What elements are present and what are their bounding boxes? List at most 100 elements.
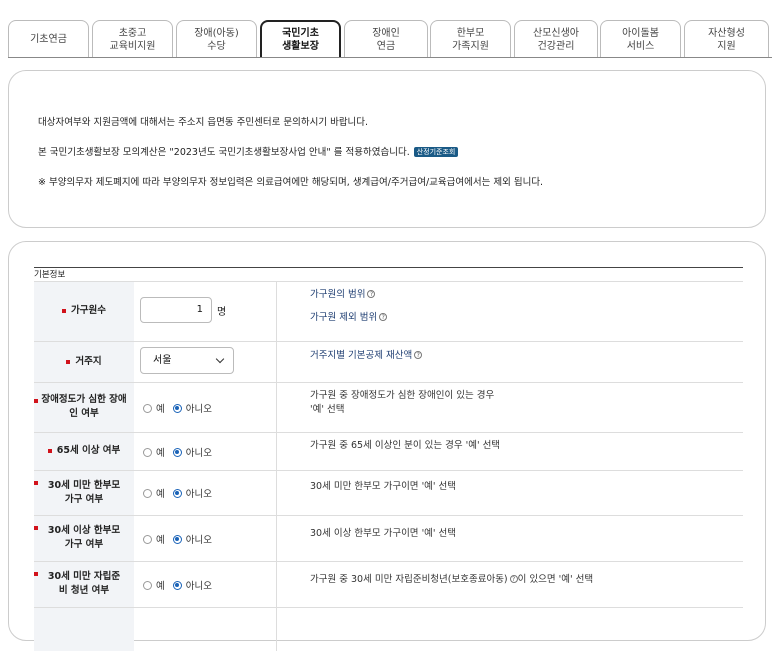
required-marker-icon [62,309,67,313]
single-parent-under30-yes[interactable]: 예 [143,486,165,500]
severe-disability-label-text: 장애정도가 심한 장애인 여부 [41,394,127,419]
household-scope-link[interactable]: 가구원의 범위? [310,288,376,301]
severe-disability-desc-1: 가구원 중 장애정도가 심한 장애인이 있는 경우 [310,390,495,401]
tab-basic-livelihood[interactable]: 국민기초 생활보장 [260,20,341,58]
basic-info-panel: 기본정보 가구원수 1 명 가구원의 범위? 가구원 제외 범위? 거주지 서울… [8,241,766,651]
over65-label: 65세 이상 여부 [34,432,134,470]
radio-no-label: 아니오 [185,448,212,459]
single-parent-over30-radios: 예 아니오 [143,532,220,546]
criteria-lookup-button[interactable]: 산정기준조회 [413,147,459,157]
question-circle-icon: ? [379,313,388,321]
tab-school-expenses[interactable]: 초중고 교육비지원 [92,20,173,58]
required-marker-icon [47,449,52,453]
household-scope-text: 가구원의 범위 [310,289,366,300]
youth-independence-radios: 예 아니오 [143,578,220,592]
radio-yes-label: 예 [156,581,165,592]
question-circle-icon[interactable]: ? [509,575,518,583]
single-parent-over30-yes[interactable]: 예 [143,532,165,546]
tab-asset-building[interactable]: 자산형성 지원 [684,20,769,58]
row-divider [34,341,743,342]
over65-radios: 예 아니오 [143,445,220,459]
single-parent-over30-desc: 30세 이상 한부모 가구이면 '예' 선택 [310,528,457,539]
radio-yes[interactable] [143,488,152,498]
residence-deduction-link[interactable]: 거주지별 기본공제 재산액? [310,349,423,362]
notice-line-dependents: ※ 부양의무자 제도폐지에 따라 부양의무자 정보입력은 의료급여에만 해당되며… [38,177,544,188]
residence-select[interactable]: 서울 [140,347,234,374]
required-marker-icon [66,359,71,364]
youth-independence-label-text: 30세 미만 자립준비 청년 여부 [47,571,121,596]
household-exclusion-link[interactable]: 가구원 제외 범위? [310,311,388,324]
required-marker-icon [34,399,38,403]
single-parent-over30-no[interactable]: 아니오 [172,532,212,546]
severe-disability-yes[interactable]: 예 [143,401,165,415]
row-divider [34,561,743,562]
tab-divider [8,57,772,58]
section-title: 기본정보 [34,270,66,280]
tab-single-parent[interactable]: 한부모 가족지원 [430,20,511,58]
radio-no[interactable] [172,403,182,413]
row-divider [34,432,743,433]
radio-yes[interactable] [143,580,152,590]
tab-maternity-care[interactable]: 산모신생아 건강관리 [514,20,598,58]
youth-independence-desc: 가구원 중 30세 미만 자립준비청년(보호종료아동)? 이 있으면 '예' 선택 [310,573,593,586]
radio-yes-label: 예 [156,535,165,546]
household-size-unit: 명 [217,307,227,318]
radio-yes[interactable] [143,447,152,457]
chevron-down-icon [215,354,225,364]
single-parent-under30-no[interactable]: 아니오 [172,486,212,500]
row-divider [34,607,743,608]
youth-independence-no[interactable]: 아니오 [172,578,212,592]
tab-disability-allowance[interactable]: 장애(아동) 수당 [176,20,257,58]
severe-disability-desc-2: '예' 선택 [310,404,345,415]
row-divider [34,515,743,516]
question-circle-icon: ? [414,351,423,359]
radio-no[interactable] [172,534,182,544]
household-exclusion-text: 가구원 제외 범위 [310,312,378,323]
residence-label-text: 거주지 [75,355,102,367]
radio-yes-label: 예 [156,448,165,459]
program-tabs: 기초연금 초중고 교육비지원 장애(아동) 수당 국민기초 생활보장 장애인 연… [8,20,772,58]
youth-independence-yes[interactable]: 예 [143,578,165,592]
radio-no[interactable] [172,447,182,457]
severe-disability-label: 장애정도가 심한 장애인 여부 [34,382,134,432]
radio-no-label: 아니오 [185,581,212,592]
household-size-label-text: 가구원수 [71,305,106,316]
household-size-input[interactable]: 1 [140,297,212,323]
residence-deduction-text: 거주지별 기본공제 재산액 [310,350,413,361]
notice-basis-text: 본 국민기초생활보장 모의계산은 "2023년도 국민기초생활보장사업 안내" … [38,147,410,158]
table-top-border [34,267,743,268]
over65-no[interactable]: 아니오 [172,445,212,459]
youth-independence-label: 30세 미만 자립준비 청년 여부 [34,561,134,607]
radio-no-label: 아니오 [185,535,212,546]
over65-label-text: 65세 이상 여부 [56,445,121,456]
over65-desc: 가구원 중 65세 이상인 분이 있는 경우 '예' 선택 [310,440,501,451]
radio-yes[interactable] [143,534,152,544]
required-marker-icon [34,481,38,485]
tab-disability-pension[interactable]: 장애인 연금 [344,20,428,58]
radio-no-label: 아니오 [185,489,212,500]
severe-disability-no[interactable]: 아니오 [172,401,212,415]
youth-independence-desc-text: 가구원 중 30세 미만 자립준비청년(보호종료아동) [310,574,508,585]
single-parent-over30-label-text: 30세 이상 한부모 가구 여부 [47,525,121,550]
notice-line-basis: 본 국민기초생활보장 모의계산은 "2023년도 국민기초생활보장사업 안내" … [38,144,459,158]
radio-no-label: 아니오 [185,404,212,415]
tab-child-care[interactable]: 아이돌봄 서비스 [600,20,681,58]
required-marker-icon [34,526,38,530]
required-marker-icon [34,572,38,576]
single-parent-under30-label: 30세 미만 한부모 가구 여부 [34,470,134,515]
row-divider [34,382,743,383]
radio-no[interactable] [172,488,182,498]
radio-no[interactable] [172,580,182,590]
single-parent-over30-label: 30세 이상 한부모 가구 여부 [34,515,134,561]
over65-yes[interactable]: 예 [143,445,165,459]
severe-disability-radios: 예 아니오 [143,401,220,415]
tab-basic-pension[interactable]: 기초연금 [8,20,89,58]
column-divider [276,281,277,651]
household-size-label: 가구원수 [34,281,134,341]
radio-yes-label: 예 [156,489,165,500]
residence-label: 거주지 [34,341,134,382]
row-divider [34,470,743,471]
single-parent-under30-label-text: 30세 미만 한부모 가구 여부 [47,479,121,505]
question-circle-icon: ? [367,290,376,298]
radio-yes[interactable] [143,403,152,413]
